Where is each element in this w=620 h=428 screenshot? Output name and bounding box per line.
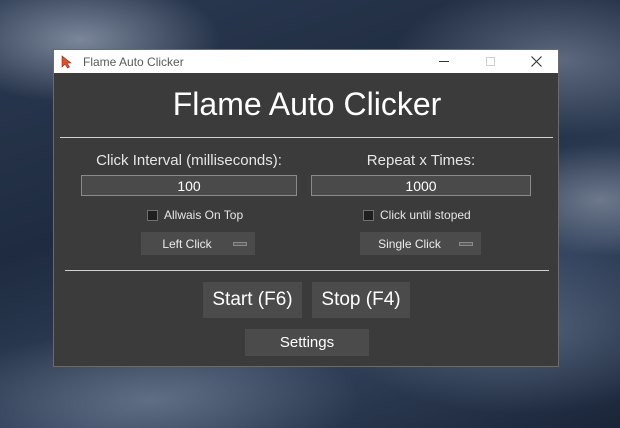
repeat-label: Repeat x Times: [366,152,476,169]
click-type-value: Single Click [378,236,441,251]
mouse-button-dropdown[interactable]: Left Click [141,232,255,255]
maximize-icon [485,57,495,66]
click-until-stopped-label: Click until stoped [380,208,471,222]
always-on-top-label: Allwais On Top [164,208,244,222]
mouse-button-value: Left Click [162,236,212,251]
app-window: Flame Auto Clicker Flame Auto Clicker Cl… [53,49,559,367]
click-type-dropdown[interactable]: Single Click [360,232,481,255]
minimize-button[interactable] [421,50,467,73]
app-heading: Flame Auto Clicker [172,86,442,122]
click-until-stopped-checkbox[interactable]: Click until stoped [363,208,471,222]
close-icon [530,56,542,67]
repeat-input[interactable] [311,175,531,196]
close-button[interactable] [513,50,559,73]
settings-button[interactable]: Settings [245,329,369,356]
interval-input[interactable] [81,175,297,196]
maximize-button[interactable] [467,50,513,73]
stop-button[interactable]: Stop (F4) [312,282,410,318]
divider-top [60,137,553,138]
start-button[interactable]: Start (F6) [203,282,302,318]
flame-cursor-icon [60,54,74,69]
title-bar[interactable]: Flame Auto Clicker [54,50,558,73]
window-title: Flame Auto Clicker [83,54,184,69]
interval-label: Click Interval (milliseconds): [96,152,282,169]
dropdown-indicator-icon [459,241,473,246]
checkbox-box[interactable] [363,209,374,221]
checkbox-box[interactable] [147,209,158,221]
minimize-icon [439,61,449,62]
always-on-top-checkbox[interactable]: Allwais On Top [147,208,243,222]
divider-bottom [65,270,549,271]
dropdown-indicator-icon [233,241,247,246]
